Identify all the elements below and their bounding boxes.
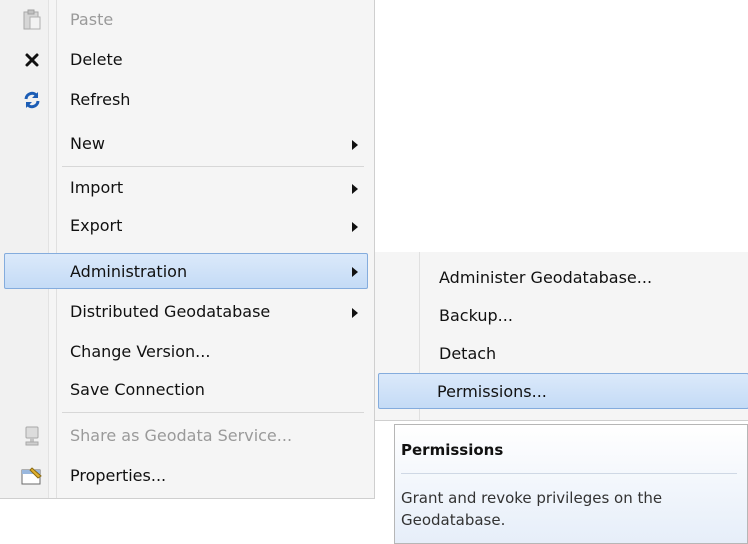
tooltip-permissions: Permissions Grant and revoke privileges … [394, 424, 748, 544]
menu-item-refresh[interactable]: Refresh [4, 82, 368, 118]
tooltip-description: Grant and revoke privileges on the Geoda… [401, 489, 663, 529]
menu-separator [62, 166, 364, 167]
menu-item-import[interactable]: Import [4, 170, 368, 206]
menu-item-label: Change Version... [70, 342, 211, 361]
menu-item-delete[interactable]: Delete [4, 42, 368, 78]
submenu-arrow-icon [352, 222, 358, 232]
submenu-item-administer-geodatabase[interactable]: Administer Geodatabase... [379, 260, 748, 296]
context-menu: Paste Delete Refresh New Import Export A… [0, 0, 375, 499]
refresh-icon [20, 88, 44, 112]
tooltip-divider [401, 473, 737, 474]
submenu-arrow-icon [352, 308, 358, 318]
menu-item-label: New [70, 134, 105, 153]
menu-item-label: Delete [70, 50, 123, 69]
menu-item-label: Distributed Geodatabase [70, 302, 271, 321]
menu-item-distributed-geodatabase[interactable]: Distributed Geodatabase [4, 294, 368, 330]
menu-item-label: Properties... [70, 466, 167, 485]
submenu-item-label: Backup... [439, 306, 513, 325]
administration-submenu: Administer Geodatabase... Backup... Deta… [374, 252, 748, 421]
submenu-arrow-icon [352, 140, 358, 150]
submenu-arrow-icon [352, 184, 358, 194]
paste-icon [20, 8, 44, 32]
menu-item-export[interactable]: Export [4, 208, 368, 244]
menu-item-new[interactable]: New [4, 126, 368, 162]
menu-item-share-geodata-service[interactable]: Share as Geodata Service... [4, 418, 368, 454]
menu-item-paste[interactable]: Paste [4, 2, 368, 38]
submenu-item-backup[interactable]: Backup... [379, 298, 748, 334]
menu-item-change-version[interactable]: Change Version... [4, 334, 368, 370]
menu-item-label: Save Connection [70, 380, 205, 399]
menu-item-properties[interactable]: Properties... [4, 458, 368, 494]
menu-item-label: Import [70, 178, 124, 197]
menu-item-label: Refresh [70, 90, 131, 109]
submenu-item-permissions[interactable]: Permissions... [378, 373, 748, 409]
submenu-arrow-icon [352, 267, 358, 277]
menu-item-save-connection[interactable]: Save Connection [4, 372, 368, 408]
server-icon [20, 424, 44, 448]
submenu-item-label: Permissions... [437, 382, 547, 401]
submenu-item-label: Detach [439, 344, 497, 363]
menu-item-label: Export [70, 216, 123, 235]
menu-item-administration[interactable]: Administration [4, 253, 368, 289]
menu-item-label: Share as Geodata Service... [70, 426, 293, 445]
menu-separator [62, 412, 364, 413]
submenu-item-label: Administer Geodatabase... [439, 268, 653, 287]
properties-icon [20, 464, 44, 488]
delete-icon [20, 48, 44, 72]
tooltip-title: Permissions [401, 441, 504, 459]
submenu-item-detach[interactable]: Detach [379, 336, 748, 372]
menu-item-label: Paste [70, 10, 114, 29]
menu-item-label: Administration [70, 262, 188, 281]
